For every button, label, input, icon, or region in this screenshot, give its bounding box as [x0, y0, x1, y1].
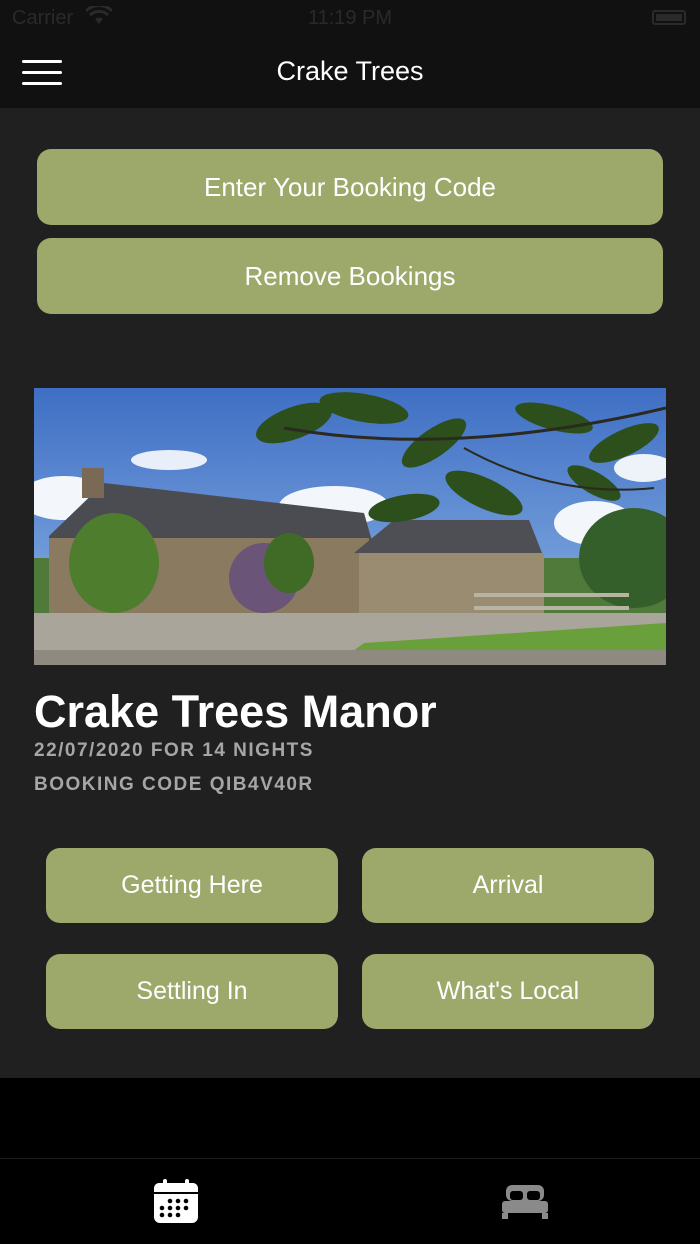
tab-bar [0, 1158, 700, 1244]
bed-icon[interactable] [500, 1177, 550, 1227]
remove-bookings-button[interactable]: Remove Bookings [37, 238, 663, 314]
nav-title: Crake Trees [276, 56, 424, 86]
property-name: Crake Trees Manor [34, 686, 437, 737]
status-time: 11:19 PM [307, 7, 393, 29]
calendar-icon[interactable] [151, 1177, 201, 1227]
booking-dates: 22/07/2020 FOR 14 NIGHTS [34, 740, 314, 761]
battery-icon [652, 10, 686, 25]
settling-in-button[interactable]: Settling In [46, 954, 338, 1029]
enter-booking-code-button[interactable]: Enter Your Booking Code [37, 149, 663, 225]
getting-here-button[interactable]: Getting Here [46, 848, 338, 923]
property-photo [34, 388, 666, 665]
navigation-bar: Crake Trees [0, 36, 700, 108]
main-content: Enter Your Booking Code Remove Bookings [0, 108, 700, 1078]
whats-local-button[interactable]: What's Local [362, 954, 654, 1029]
booking-code: BOOKING CODE QIB4V40R [34, 774, 314, 795]
arrival-button[interactable]: Arrival [362, 848, 654, 923]
status-bar: Carrier 11:19 PM [0, 0, 700, 36]
